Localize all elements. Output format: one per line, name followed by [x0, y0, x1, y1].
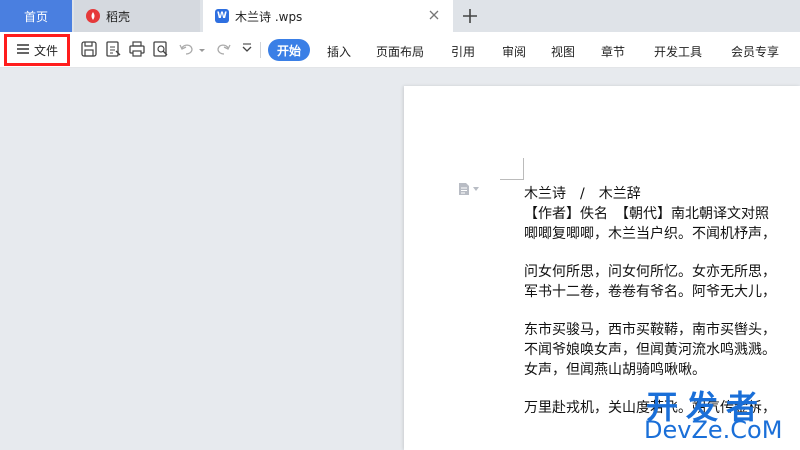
menu-page-layout[interactable]: 页面布局: [376, 43, 424, 60]
doc-blank-line: [524, 302, 800, 320]
tab-daoke-label: 稻壳: [106, 9, 131, 24]
tab-home[interactable]: 首页: [0, 0, 72, 32]
watermark: 开发者 DevZe.CoM: [640, 382, 800, 448]
menu-references[interactable]: 引用: [451, 43, 475, 60]
tab-document-label: 木兰诗 .wps: [235, 9, 303, 24]
save-icon[interactable]: [80, 40, 98, 58]
margin-corner-mark-horizontal: [500, 179, 524, 180]
watermark-bottom: DevZe.CoM: [644, 416, 783, 444]
doc-line: 【作者】佚名 【朝代】南北朝译文对照: [524, 206, 769, 222]
undo-icon[interactable]: [178, 40, 196, 58]
doc-line: 不闻爷娘唤女声，但闻黄河流水鸣溅溅。: [524, 342, 776, 358]
menu-section[interactable]: 章节: [601, 43, 625, 60]
menu-member-exclusive[interactable]: 会员专享: [731, 43, 779, 60]
toolbar-separator: [260, 42, 261, 58]
close-icon[interactable]: [427, 8, 441, 22]
redo-icon[interactable]: [214, 40, 232, 58]
menu-developer-tools[interactable]: 开发工具: [654, 43, 702, 60]
margin-corner-mark: [523, 158, 524, 180]
doc-line: 女声，但闻燕山胡骑鸣啾啾。: [524, 362, 706, 378]
wps-doc-icon: W: [215, 9, 229, 23]
toolbar: 文件 开始 插入 页面布局 引用 审阅 视图 章节 开发工具 会员专享: [0, 32, 800, 68]
doc-blank-line: [524, 244, 800, 262]
add-tab-icon[interactable]: [460, 6, 480, 26]
menu-insert[interactable]: 插入: [327, 43, 351, 60]
hamburger-icon: [16, 43, 30, 58]
file-menu-button[interactable]: 文件: [4, 34, 70, 66]
menu-view[interactable]: 视图: [551, 43, 575, 60]
doc-title-line: 木兰诗 / 木兰辞: [524, 186, 641, 202]
tab-daoke[interactable]: 稻壳: [74, 0, 200, 32]
more-icon[interactable]: [238, 40, 256, 58]
doc-line: 东市买骏马，西市买鞍鞯，南市买辔头，: [524, 322, 776, 338]
tab-document[interactable]: W 木兰诗 .wps: [203, 0, 453, 32]
print-preview-icon[interactable]: [152, 40, 170, 58]
tab-bar: 首页 稻壳 W 木兰诗 .wps: [0, 0, 800, 32]
menu-review[interactable]: 审阅: [502, 43, 526, 60]
daoke-icon: [86, 9, 100, 23]
doc-line: 问女何所思，问女何所忆。女亦无所思，: [524, 264, 776, 280]
doc-line: 唧唧复唧唧，木兰当户织。不闻机杼声，: [524, 226, 776, 242]
file-menu-label: 文件: [33, 43, 58, 58]
tab-home-label: 首页: [23, 9, 48, 24]
doc-line: 军书十二卷，卷卷有爷名。阿爷无大儿，: [524, 284, 776, 300]
undo-dropdown-icon[interactable]: [198, 40, 206, 58]
export-pdf-icon[interactable]: [104, 40, 122, 58]
print-icon[interactable]: [128, 40, 146, 58]
paragraph-icon[interactable]: [458, 182, 488, 196]
menu-start[interactable]: 开始: [268, 39, 310, 61]
